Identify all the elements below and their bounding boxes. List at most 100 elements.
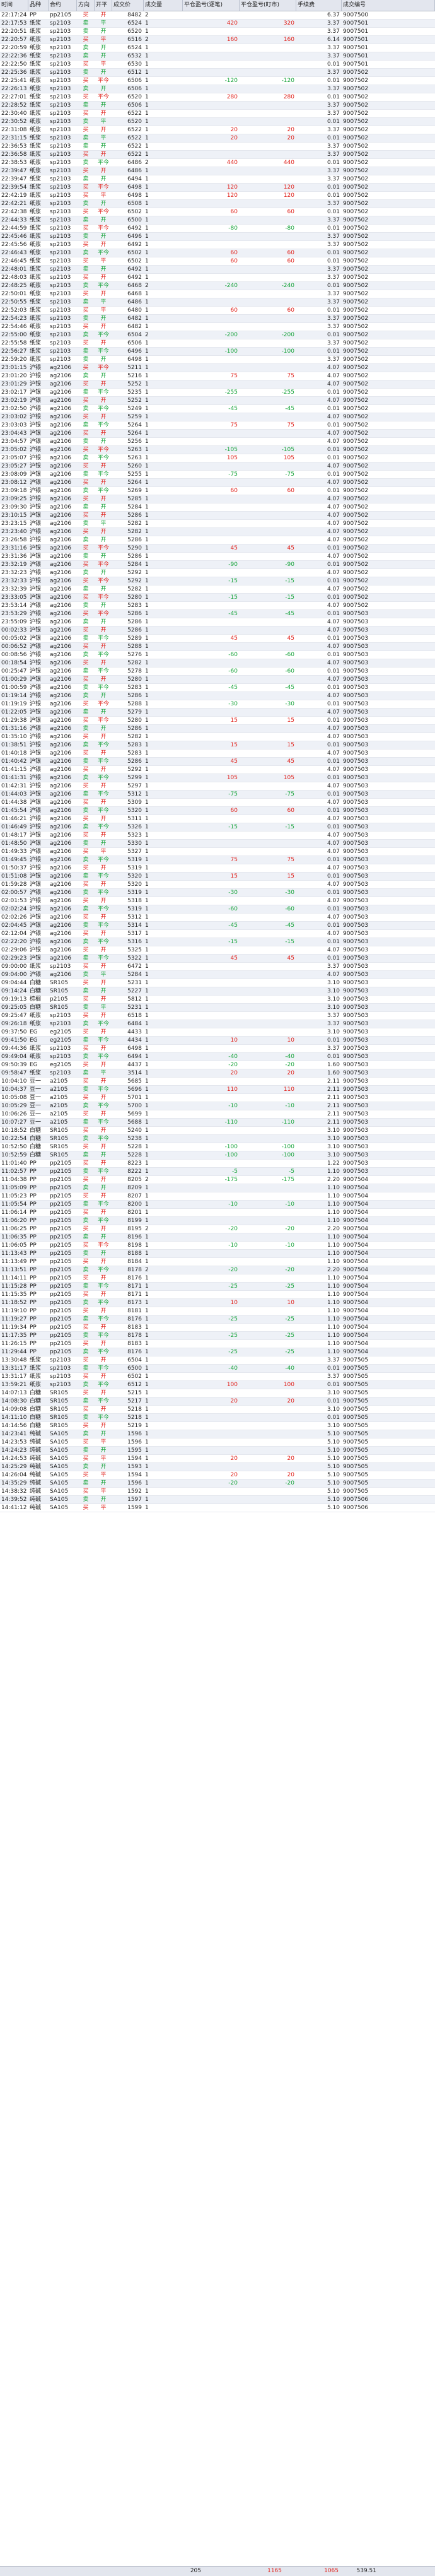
column-header-pnl-mark[interactable]: 平仓盈亏(盯市) xyxy=(240,0,296,11)
column-header-product[interactable]: 品种 xyxy=(28,0,49,11)
table-row[interactable]: 23:55:09 沪银 ag2106 卖开 5286 1 4.07 9007503 xyxy=(0,618,435,626)
table-row[interactable]: 22:46:43 纸浆 sp2103 卖平今 6502 1 60 60 0.01 9007502 xyxy=(0,249,435,257)
table-row[interactable]: 01:31:16 沪银 ag2106 卖开 5286 1 4.07 9007503 xyxy=(0,725,435,733)
table-row[interactable]: 23:53:29 沪银 ag2106 买平今 5286 1 -45 -45 0.01 900750… xyxy=(0,610,435,618)
table-row[interactable]: 23:01:29 沪银 ag2106 买开 5252 1 4.07 9007502 xyxy=(0,380,435,389)
table-row[interactable]: 23:05:07 沪银 ag2106 卖平今 5263 1 105 105 0.01 900750… xyxy=(0,454,435,462)
table-row[interactable]: 01:29:38 沪银 ag2106 买平今 5280 1 15 15 0.01 9007503 xyxy=(0,717,435,725)
table-row[interactable]: 01:48:50 沪银 ag2106 卖开 5330 1 4.07 9007503 xyxy=(0,840,435,848)
table-row[interactable]: 01:19:14 沪银 ag2106 卖开 5286 1 4.07 9007503 xyxy=(0,692,435,700)
table-row[interactable]: 22:17:24 PP pp2105 买开 8482 2 6.37 9007500 xyxy=(0,11,435,20)
table-row[interactable]: 14:24:53 纯碱 SA105 买平 1594 1 20 20 5.10 9007505 xyxy=(0,1455,435,1463)
table-row[interactable]: 11:04:38 PP pp2105 买开 8205 2 -175 -175 2.20 90075… xyxy=(0,1176,435,1184)
table-row[interactable]: 11:15:28 PP pp2105 卖平今 8171 1 -25 -25 1.10 900750… xyxy=(0,1283,435,1291)
table-row[interactable]: 00:08:56 沪银 ag2106 卖平今 5276 1 -60 -60 0.01 900750… xyxy=(0,651,435,659)
table-row[interactable]: 02:29:06 沪银 ag2106 买开 5325 1 4.07 9007503 xyxy=(0,946,435,955)
table-row[interactable]: 14:39:52 纯碱 SA105 卖开 1597 1 5.10 9007506 xyxy=(0,1496,435,1504)
table-row[interactable]: 01:50:37 沪银 ag2106 买开 5319 1 4.07 9007503 xyxy=(0,864,435,873)
table-row[interactable]: 22:52:03 纸浆 sp2103 买平 6480 1 60 60 0.01 9007502 xyxy=(0,307,435,315)
table-row[interactable]: 23:04:57 沪银 ag2106 卖开 5256 1 4.07 9007502 xyxy=(0,438,435,446)
table-row[interactable]: 00:06:52 沪银 ag2106 买开 5288 1 4.07 9007503 xyxy=(0,643,435,651)
table-row[interactable]: 14:23:41 纯碱 SA105 卖开 1596 1 5.10 9007505 xyxy=(0,1430,435,1438)
table-row[interactable]: 22:54:23 纸浆 sp2103 卖开 6482 1 3.37 9007502 xyxy=(0,315,435,323)
column-header-pnl-trade[interactable]: 平仓盈亏(逐笔) xyxy=(183,0,240,11)
table-row[interactable]: 23:03:02 沪银 ag2106 买开 5259 1 4.07 9007502 xyxy=(0,413,435,421)
table-row[interactable]: 02:04:45 沪银 ag2106 卖平今 5314 1 -45 -45 0.01 900750… xyxy=(0,922,435,930)
table-row[interactable]: 01:42:31 沪银 ag2106 买开 5297 1 4.07 9007503 xyxy=(0,782,435,791)
table-row[interactable]: 23:08:09 沪银 ag2106 卖平今 5255 1 -75 -75 0.01 900750… xyxy=(0,471,435,479)
table-row[interactable]: 23:33:05 沪银 ag2106 买平今 5280 1 -15 -15 0.01 900750… xyxy=(0,594,435,602)
table-row[interactable]: 22:25:41 纸浆 sp2103 买平今 6506 1 -120 -120 0.01 9007… xyxy=(0,77,435,85)
table-row[interactable]: 09:49:04 纸浆 sp2103 卖平今 6494 1 -40 -40 0.01 900750… xyxy=(0,1053,435,1061)
table-row[interactable]: 23:32:19 沪银 ag2106 买平今 5284 1 -90 -90 0.01 900750… xyxy=(0,561,435,569)
table-row[interactable]: 22:42:21 纸浆 sp2103 卖开 6508 1 3.37 9007502 xyxy=(0,200,435,208)
table-row[interactable]: 22:48:01 纸浆 sp2103 卖开 6492 1 3.37 9007502 xyxy=(0,266,435,274)
table-row[interactable]: 14:35:29 纯碱 SA105 卖开 1596 1 -20 -20 5.10 9007505 xyxy=(0,1479,435,1488)
table-row[interactable]: 22:26:13 纸浆 sp2103 卖开 6506 1 3.37 9007502 xyxy=(0,85,435,93)
table-row[interactable]: 01:19:19 沪银 ag2106 买平今 5288 1 -30 -30 0.01 900750… xyxy=(0,700,435,709)
table-row[interactable]: 09:14:24 白糖 SR105 卖开 5227 1 3.10 9007503 xyxy=(0,987,435,996)
table-row[interactable]: 11:05:23 PP pp2105 买开 8207 1 1.10 9007504 xyxy=(0,1192,435,1201)
table-row[interactable]: 22:45:46 纸浆 sp2103 卖开 6496 1 3.37 9007502 xyxy=(0,233,435,241)
table-row[interactable]: 22:25:36 纸浆 sp2103 卖开 6512 1 3.37 9007502 xyxy=(0,69,435,77)
table-row[interactable]: 10:04:10 豆一 a2105 买开 5685 1 2.11 9007503 xyxy=(0,1078,435,1086)
table-row[interactable]: 23:32:33 沪银 ag2106 买平今 5292 1 -15 -15 0.01 900750… xyxy=(0,577,435,585)
table-row[interactable]: 14:26:04 纯碱 SA105 买平 1594 1 20 20 5.10 9007505 xyxy=(0,1471,435,1479)
table-row[interactable]: 22:50:01 纸浆 sp2103 买开 6468 1 3.37 9007502 xyxy=(0,290,435,298)
table-row[interactable]: 22:56:27 纸浆 sp2103 卖平今 6496 1 -100 -100 0.01 9007… xyxy=(0,348,435,356)
table-row[interactable]: 01:51:08 沪银 ag2106 卖平今 5320 1 15 15 0.01 9007503 xyxy=(0,873,435,881)
table-row[interactable]: 11:06:20 PP pp2105 卖平今 8199 1 1.10 9007504 xyxy=(0,1217,435,1225)
table-row[interactable]: 01:00:59 沪银 ag2106 卖平今 5283 1 -45 -45 0.01 900750… xyxy=(0,684,435,692)
table-row[interactable]: 23:53:14 沪银 ag2106 卖开 5283 1 4.07 9007502 xyxy=(0,602,435,610)
table-row[interactable]: 01:49:45 沪银 ag2106 卖平今 5319 1 75 75 0.01 9007503 xyxy=(0,856,435,864)
table-row[interactable]: 14:14:56 白糖 SR105 买开 5219 1 3.10 9007505 xyxy=(0,1422,435,1430)
table-row[interactable]: 01:22:05 沪银 ag2106 卖开 5279 1 4.07 9007503 xyxy=(0,709,435,717)
table-row[interactable]: 10:06:26 豆一 a2105 买开 5699 1 2.11 9007503 xyxy=(0,1110,435,1119)
table-row[interactable]: 02:02:24 沪银 ag2106 卖平今 5319 1 -60 -60 0.01 900750… xyxy=(0,905,435,914)
table-row[interactable]: 14:11:10 白糖 SR105 卖平今 5218 1 0.01 9007505 xyxy=(0,1414,435,1422)
column-header-time[interactable]: 时间 xyxy=(0,0,28,11)
column-header-price[interactable]: 成交价 xyxy=(112,0,144,11)
column-header-trade-id[interactable]: 成交编号 xyxy=(342,0,435,11)
table-row[interactable]: 11:19:27 PP pp2105 卖平今 8176 1 -25 -25 1.10 900750… xyxy=(0,1315,435,1324)
table-row[interactable]: 13:30:48 纸浆 sp2103 买开 6504 1 3.37 9007505 xyxy=(0,1356,435,1365)
table-row[interactable]: 22:39:47 纸浆 sp2103 卖开 6494 1 3.37 9007502 xyxy=(0,175,435,184)
table-row[interactable]: 23:09:25 沪银 ag2106 买开 5285 1 4.07 9007502 xyxy=(0,495,435,503)
table-row[interactable]: 22:50:55 纸浆 sp2103 卖平 6486 1 3.37 9007502 xyxy=(0,298,435,307)
table-row[interactable]: 02:29:23 沪银 ag2106 卖平今 5322 1 45 45 0.01 9007503 xyxy=(0,955,435,963)
table-row[interactable]: 22:55:58 纸浆 sp2103 买开 6506 1 3.37 9007502 xyxy=(0,339,435,348)
table-row[interactable]: 09:25:47 纸浆 sp2103 买开 6518 1 3.37 9007503 xyxy=(0,1012,435,1020)
table-row[interactable]: 22:20:57 纸浆 sp2103 买平 6516 2 160 160 6.14 9007501 xyxy=(0,36,435,44)
table-row[interactable]: 11:13:43 PP pp2105 卖开 8188 1 1.10 9007504 xyxy=(0,1250,435,1258)
table-row[interactable]: 23:32:39 沪银 ag2106 卖开 5282 1 4.07 9007502 xyxy=(0,585,435,594)
table-row[interactable]: 14:09:08 白糖 SR105 买开 5218 1 3.10 9007505 xyxy=(0,1406,435,1414)
table-row[interactable]: 10:52:59 白糖 SR105 卖开 5228 1 -100 -100 3.10 900750… xyxy=(0,1151,435,1160)
table-row[interactable]: 23:23:15 沪银 ag2106 卖平 5282 1 4.07 9007502 xyxy=(0,520,435,528)
table-row[interactable]: 23:03:03 沪银 ag2106 卖平今 5264 1 75 75 0.01 9007502 xyxy=(0,421,435,430)
table-row[interactable]: 23:05:27 沪银 ag2106 买开 5260 1 4.07 9007502 xyxy=(0,462,435,471)
table-row[interactable]: 09:41:50 EG eg2105 卖平今 4434 1 10 10 0.01 9007503 xyxy=(0,1037,435,1045)
table-row[interactable]: 23:32:23 沪银 ag2106 卖开 5292 1 4.07 9007502 xyxy=(0,569,435,577)
table-row[interactable]: 09:44:36 纸浆 sp2103 买开 6498 1 3.37 9007503 xyxy=(0,1045,435,1053)
table-row[interactable]: 23:31:16 沪银 ag2106 买平今 5290 1 45 45 0.01 9007502 xyxy=(0,544,435,553)
table-row[interactable]: 11:19:10 PP pp2105 买开 8181 1 1.10 9007504 xyxy=(0,1307,435,1315)
table-row[interactable]: 23:01:20 沪银 ag2106 卖开 5216 1 75 75 4.07 9007502 xyxy=(0,372,435,380)
table-row[interactable]: 22:36:53 纸浆 sp2103 卖开 6522 1 3.37 9007502 xyxy=(0,143,435,151)
table-row[interactable]: 11:01:40 PP pp2105 买开 8223 1 1.22 9007503 xyxy=(0,1160,435,1168)
table-row[interactable]: 01:48:17 沪银 ag2106 买开 5323 1 4.07 9007503 xyxy=(0,832,435,840)
table-row[interactable]: 22:17:53 纸浆 sp2103 卖平 6524 1 420 320 3.37 9007501 xyxy=(0,20,435,28)
table-row[interactable]: 01:44:03 沪银 ag2106 卖平今 5312 1 -75 -75 0.01 900750… xyxy=(0,791,435,799)
table-row[interactable]: 11:14:11 PP pp2105 买开 8176 1 1.10 9007504 xyxy=(0,1274,435,1283)
table-row[interactable]: 11:17:35 PP pp2105 卖平今 8178 1 -25 -25 1.10 900750… xyxy=(0,1332,435,1340)
table-row[interactable]: 11:06:35 PP pp2105 卖开 8196 1 1.10 9007504 xyxy=(0,1233,435,1242)
table-row[interactable]: 10:05:08 豆一 a2105 买开 5701 1 2.11 9007503 xyxy=(0,1094,435,1102)
table-row[interactable]: 14:24:23 纯碱 SA105 卖开 1595 1 5.10 9007505 xyxy=(0,1447,435,1455)
table-row[interactable]: 10:18:52 白糖 SR105 买开 5240 1 3.10 9007503 xyxy=(0,1127,435,1135)
table-row[interactable]: 22:59:20 纸浆 sp2103 卖开 6498 1 3.37 9007502 xyxy=(0,356,435,364)
table-row[interactable]: 09:50:39 EG eg2105 买开 4437 1 -20 -20 1.60 9007503 xyxy=(0,1061,435,1069)
table-row[interactable]: 02:00:57 沪银 ag2106 卖平今 5319 1 -30 -30 0.01 900750… xyxy=(0,889,435,897)
table-row[interactable]: 22:48:03 纸浆 sp2103 买开 6492 1 3.37 9007502 xyxy=(0,274,435,282)
table-row[interactable]: 11:19:34 PP pp2105 买开 8183 1 1.10 9007504 xyxy=(0,1324,435,1332)
table-row[interactable]: 01:41:31 沪银 ag2106 卖平今 5299 1 105 105 0.01 900750… xyxy=(0,774,435,782)
column-header-fee[interactable]: 手续费 xyxy=(296,0,342,11)
